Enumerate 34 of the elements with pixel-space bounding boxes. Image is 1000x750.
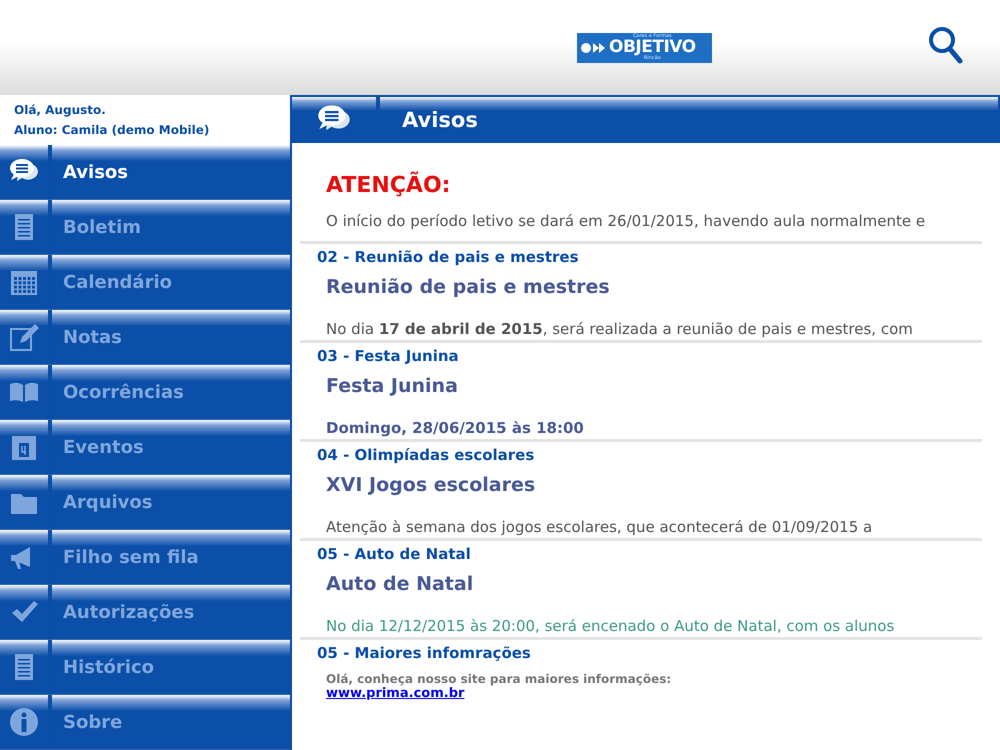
notice-title: Festa Junina [326, 375, 458, 397]
sidebar-item[interactable]: Boletim [0, 200, 290, 255]
notice-text: Atenção à semana dos jogos escolares, que acontecerá de 01/09/2015 a [326, 518, 872, 536]
sidebar-item[interactable]: Notas [0, 310, 290, 365]
sidebar-item[interactable]: Calendário [0, 255, 290, 310]
notice-header[interactable]: 05 - Auto de Natal [317, 545, 471, 563]
sidebar-item[interactable]: Eventos [0, 420, 290, 475]
sidebar-item[interactable]: Arquivos [0, 475, 290, 530]
search-icon[interactable] [928, 26, 964, 66]
info-text: Olá, conheça nosso site para maiores informações: [326, 672, 672, 686]
sidebar-item[interactable]: Histórico [0, 640, 290, 695]
notice-header[interactable]: 05 - Maiores infomrações [317, 644, 531, 662]
notice-header[interactable]: 03 - Festa Junina [317, 347, 459, 365]
sidebar-item[interactable]: Autorizações [0, 585, 290, 640]
greeting: Olá, Augusto. [14, 103, 107, 117]
notice-header[interactable]: 02 - Reunião de pais e mestres [317, 248, 578, 266]
notice-title: Reunião de pais e mestres [326, 276, 610, 298]
sidebar-item[interactable]: Sobre [0, 695, 290, 750]
notice-title: Auto de Natal [326, 573, 474, 595]
sidebar-item[interactable]: Ocorrências [0, 365, 290, 420]
logo-name: OBJETIVO [609, 39, 696, 56]
notice-text: O início do período letivo se dará em 26/01/2015, havendo aula normalmente e [326, 212, 926, 230]
notice-text: No dia 17 de abril de 2015, será realizada a reunião de pais e mestres, com [326, 320, 913, 338]
website-link[interactable]: www.prima.com.br [326, 686, 464, 701]
sidebar-item[interactable]: Avisos [0, 145, 290, 200]
sidebar-item[interactable]: Filho sem fila [0, 530, 290, 585]
notice-title: XVI Jogos escolares [326, 474, 536, 496]
notice-text: No dia 12/12/2015 às 20:00, será encenado o Auto de Natal, com os alunos [326, 617, 894, 635]
edit-icon [8, 321, 40, 353]
notice-title: ATENÇÃO: [326, 173, 450, 198]
notice-text: Domingo, 28/06/2015 às 18:00 [326, 419, 584, 437]
student-name: Aluno: Camila (demo Mobile) [14, 123, 210, 137]
info-icon [8, 706, 40, 738]
notice-header[interactable]: 04 - Olimpíadas escolares [317, 446, 534, 464]
